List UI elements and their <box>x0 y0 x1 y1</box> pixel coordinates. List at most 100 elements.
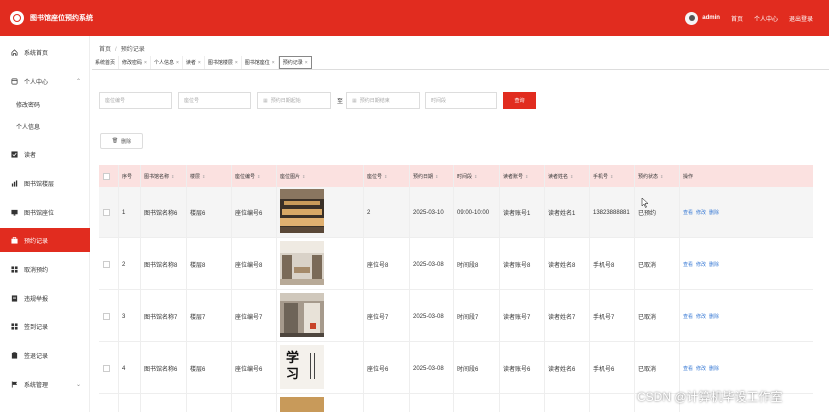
column-header[interactable]: 座位编号 ⇕ <box>231 165 260 187</box>
grid-icon <box>11 265 18 273</box>
sort-icon[interactable]: ⇕ <box>610 174 613 179</box>
close-icon[interactable]: × <box>272 60 275 66</box>
close-icon[interactable]: × <box>144 60 147 66</box>
column-header[interactable]: 时间段 ⇕ <box>453 165 477 187</box>
view-button[interactable]: 查看 <box>683 313 693 320</box>
tab-personal-info[interactable]: 个人信息 × <box>151 56 183 69</box>
search-button[interactable]: 查询 <box>503 92 536 109</box>
tab-seats[interactable]: 图书馆座位 × <box>242 56 279 69</box>
date-start-input[interactable]: ▦ 预约日期起始 <box>257 92 331 109</box>
breadcrumb: 首页 / 预约记录 <box>99 44 145 53</box>
close-icon[interactable]: × <box>198 60 201 66</box>
close-icon[interactable]: × <box>235 60 238 66</box>
tab-label: 读者 <box>185 60 196 66</box>
column-label: 时间段 <box>457 173 473 180</box>
edit-button[interactable]: 修改 <box>696 365 706 372</box>
row-checkbox[interactable] <box>103 261 110 268</box>
cell-library-name: 图书馆名称6 <box>144 367 178 373</box>
cell-phone: 手机号8 <box>593 263 615 269</box>
sidebar-item-floors[interactable]: 图书馆楼层 <box>0 171 90 195</box>
delete-button[interactable]: 🗑 删除 <box>100 133 143 149</box>
tab-bar: 系统首页 修改密码 × 个人信息 × 读者 × 图书馆楼层 × 图书馆座位 × 预约记录 × <box>92 56 312 69</box>
row-checkbox[interactable] <box>103 313 110 320</box>
sidebar-item-sign-out[interactable]: 签退记录 <box>0 343 90 367</box>
column-header[interactable]: 读者姓名 ⇕ <box>544 165 573 187</box>
sidebar-item-home[interactable]: 系统首页 <box>0 40 90 64</box>
sidebar-item-readers[interactable]: 读者 <box>0 142 90 166</box>
sort-icon[interactable]: ⇕ <box>384 174 387 179</box>
edit-button[interactable]: 修改 <box>696 209 706 216</box>
sidebar-item-sign-in[interactable]: 签到记录 <box>0 314 90 338</box>
seat-image[interactable] <box>280 293 324 337</box>
view-button[interactable]: 查看 <box>683 261 693 268</box>
home-link[interactable]: 首页 <box>731 14 743 23</box>
view-button[interactable]: 查看 <box>683 209 693 216</box>
user-info[interactable]: admin <box>685 11 720 25</box>
column-header[interactable]: 读者账号 ⇕ <box>499 165 528 187</box>
delete-row-button[interactable]: 删除 <box>709 261 719 268</box>
tab-home[interactable]: 系统首页 <box>92 56 120 69</box>
cell-date: 2025-03-08 <box>413 313 444 320</box>
sidebar-item-change-password[interactable]: 修改密码 <box>0 94 90 114</box>
sort-icon[interactable]: ⇕ <box>435 174 438 179</box>
row-checkbox[interactable] <box>103 365 110 372</box>
sidebar-item-personal-info[interactable]: 个人信息 <box>0 116 90 136</box>
seat-number-input[interactable]: 座位号 <box>178 92 251 109</box>
row-checkbox[interactable] <box>103 209 110 216</box>
sidebar-item-cancel[interactable]: 取消预约 <box>0 257 90 281</box>
cell-date: 2025-03-10 <box>413 209 444 216</box>
close-icon[interactable]: × <box>176 60 179 66</box>
date-end-input[interactable]: ▦ 预约日期结束 <box>346 92 420 109</box>
edit-button[interactable]: 修改 <box>696 261 706 268</box>
column-divider <box>453 165 454 412</box>
breadcrumb-home[interactable]: 首页 <box>99 47 111 53</box>
cell-time-slot: 时间段8 <box>457 263 479 269</box>
sidebar-item-reservations[interactable]: 预约记录 <box>0 228 90 252</box>
delete-row-button[interactable]: 删除 <box>709 365 719 372</box>
sidebar-item-system[interactable]: 系统管理 ⌄ <box>0 372 90 396</box>
logout-link[interactable]: 退出登录 <box>789 14 813 23</box>
tab-reservations[interactable]: 预约记录 × <box>278 56 312 69</box>
seat-image[interactable] <box>280 397 324 412</box>
sort-icon[interactable]: ⇕ <box>257 174 260 179</box>
delete-row-button[interactable]: 删除 <box>709 209 719 216</box>
sort-icon[interactable]: ⇕ <box>474 174 477 179</box>
tab-readers[interactable]: 读者 × <box>183 56 205 69</box>
sidebar-item-seats[interactable]: 图书馆座位 <box>0 200 90 224</box>
column-header[interactable]: 预约状态 ⇕ <box>634 165 663 187</box>
cell-time-slot: 时间段6 <box>457 367 479 373</box>
seat-image[interactable] <box>280 241 324 285</box>
edit-button[interactable]: 修改 <box>696 313 706 320</box>
seat-image[interactable] <box>280 189 324 233</box>
sidebar: 系统首页 个人中心 ⌃ 修改密码 个人信息 读者 图书馆楼层 图书馆座位 预约记… <box>0 36 90 412</box>
personal-center-link[interactable]: 个人中心 <box>754 14 778 23</box>
close-icon[interactable]: × <box>305 60 308 66</box>
sidebar-item-personal-center[interactable]: 个人中心 ⌃ <box>0 69 90 93</box>
sidebar-item-label: 图书馆座位 <box>24 210 55 217</box>
column-header[interactable]: 座位图片 ⇕ <box>276 165 305 187</box>
placeholder: 预约日期起始 <box>270 98 301 104</box>
column-header[interactable]: 楼层 ⇕ <box>186 165 205 187</box>
poster-decoration <box>310 353 311 379</box>
tab-label: 个人信息 <box>153 60 174 66</box>
select-all-checkbox[interactable] <box>103 172 110 180</box>
seat-image[interactable]: 学习 <box>280 345 324 389</box>
delete-row-button[interactable]: 删除 <box>709 313 719 320</box>
seat-code-input[interactable]: 座位编号 <box>99 92 172 109</box>
sort-icon[interactable]: ⇕ <box>171 174 174 179</box>
sort-icon[interactable]: ⇕ <box>202 174 205 179</box>
column-header[interactable]: 预约日期 ⇕ <box>409 165 438 187</box>
cell-phone: 13823888881 <box>593 209 630 216</box>
sort-icon[interactable]: ⇕ <box>570 174 573 179</box>
tab-floors[interactable]: 图书馆楼层 × <box>205 56 242 69</box>
sort-icon[interactable]: ⇕ <box>525 174 528 179</box>
column-header[interactable]: 座位号 ⇕ <box>363 165 387 187</box>
view-button[interactable]: 查看 <box>683 365 693 372</box>
column-header[interactable]: 手机号 ⇕ <box>589 165 613 187</box>
tab-change-password[interactable]: 修改密码 × <box>119 56 151 69</box>
sort-icon[interactable]: ⇕ <box>660 174 663 179</box>
column-header[interactable]: 图书馆名称 ⇕ <box>140 165 174 187</box>
time-slot-input[interactable]: 时间段 <box>425 92 497 109</box>
sidebar-item-violations[interactable]: 违规举报 <box>0 286 90 310</box>
sort-icon[interactable]: ⇕ <box>302 174 305 179</box>
